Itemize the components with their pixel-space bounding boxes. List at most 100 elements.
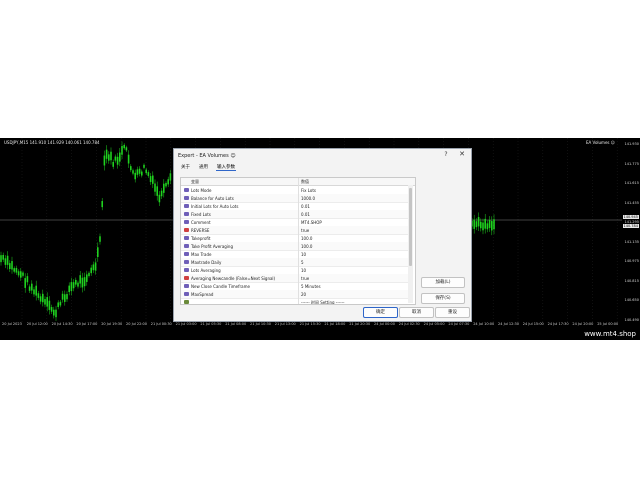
time-tick-label: 20 Jul 12:00 bbox=[26, 322, 48, 326]
close-button[interactable]: ✕ bbox=[458, 150, 466, 159]
tab-inputs[interactable]: 输入参数 bbox=[216, 164, 236, 171]
column-header-value[interactable]: 数值 bbox=[301, 179, 309, 185]
candle-body bbox=[141, 171, 143, 176]
candle-body bbox=[152, 175, 154, 184]
candle-body bbox=[136, 169, 139, 175]
candle-body bbox=[11, 261, 13, 270]
time-tick-label: 20 Jul 22:00 bbox=[126, 322, 147, 326]
parameter-value[interactable]: 1000.0 bbox=[301, 196, 315, 201]
price-tick-label: 141.775 bbox=[624, 161, 639, 166]
time-tick-label: 21 Jul 13:00 bbox=[274, 322, 296, 326]
parameter-value[interactable]: 5 bbox=[301, 260, 304, 265]
parameter-value[interactable]: 10 bbox=[301, 252, 306, 257]
candle-body bbox=[81, 277, 84, 288]
candle-body bbox=[480, 221, 482, 229]
boolean-param-icon bbox=[184, 228, 189, 232]
column-header-name[interactable]: 变量 bbox=[191, 179, 199, 185]
price-tick-label: 140.815 bbox=[624, 278, 639, 283]
scrollbar-thumb[interactable] bbox=[409, 188, 412, 266]
tab-common[interactable]: 通用 bbox=[198, 164, 209, 170]
candle-body bbox=[138, 168, 141, 174]
candle-body bbox=[484, 218, 486, 229]
candle-body bbox=[473, 219, 475, 229]
candle-body bbox=[77, 282, 79, 287]
load-button[interactable]: 加载(L) bbox=[421, 277, 465, 288]
candle-body bbox=[92, 264, 95, 271]
candle-body bbox=[145, 169, 147, 174]
candle-body bbox=[110, 151, 112, 161]
parameter-icon bbox=[184, 196, 189, 200]
candle-body bbox=[61, 293, 64, 300]
candle-body bbox=[35, 285, 37, 296]
parameter-icon bbox=[184, 188, 189, 192]
parameter-icon bbox=[184, 260, 189, 264]
parameter-grid: 变量 数值 Lots Mode Fix Lots Balance for Auto … bbox=[180, 177, 416, 305]
candle-body bbox=[59, 301, 62, 306]
time-tick-label: 24 Jul 10:00 bbox=[473, 322, 495, 326]
separator-param-icon bbox=[184, 300, 189, 304]
candle-body bbox=[48, 300, 51, 310]
parameter-value[interactable]: true bbox=[301, 276, 309, 281]
time-tick-label: 20 Jul 14:30 bbox=[51, 322, 73, 326]
price-tick-label: 141.615 bbox=[624, 181, 639, 185]
parameter-value[interactable]: 100.0 bbox=[301, 244, 312, 249]
help-button[interactable]: ? bbox=[442, 151, 450, 159]
current-price-tag: 140.784 bbox=[622, 224, 639, 228]
parameter-name: Takeprofit bbox=[191, 235, 211, 241]
parameter-value[interactable]: 0.01 bbox=[301, 212, 310, 217]
save-button[interactable]: 保存(S) bbox=[421, 293, 465, 304]
candle-body bbox=[42, 293, 44, 303]
candle-body bbox=[0, 255, 2, 263]
time-tick-label: 21 Jul 20:30 bbox=[349, 322, 371, 326]
candle-body bbox=[90, 267, 92, 274]
parameter-value[interactable]: Fix Lots bbox=[301, 188, 316, 193]
time-tick-label: 24 Jul 07:30 bbox=[448, 322, 470, 326]
candle-body bbox=[6, 255, 9, 265]
parameter-icon bbox=[184, 236, 189, 240]
candle-body bbox=[22, 272, 24, 276]
candle-body bbox=[20, 271, 22, 278]
time-tick-label: 24 Jul 05:00 bbox=[423, 322, 445, 326]
candle-body bbox=[491, 221, 493, 231]
candle-body bbox=[116, 156, 119, 165]
candle-body bbox=[15, 267, 18, 273]
candle-body bbox=[9, 263, 11, 270]
candle-body bbox=[112, 161, 114, 167]
parameter-icon bbox=[184, 252, 189, 256]
parameter-row[interactable]: ------ 时间 Setting ------ bbox=[181, 298, 408, 305]
parameter-name: Lots Mode bbox=[191, 187, 212, 193]
column-divider bbox=[298, 178, 299, 304]
candle-body bbox=[50, 307, 53, 312]
parameter-value[interactable]: ------ 时间 Setting ------ bbox=[301, 300, 344, 305]
parameter-value[interactable]: 100.0 bbox=[301, 236, 312, 241]
tab-about[interactable]: 关于 bbox=[180, 164, 191, 170]
dialog-title: Expert - EA Volumes ☺ bbox=[178, 153, 236, 159]
time-tick-label: 24 Jul 00:00 bbox=[374, 322, 395, 326]
candle-body bbox=[33, 289, 35, 295]
time-tick-label: 24 Jul 15:00 bbox=[522, 322, 544, 326]
ok-button[interactable]: 确定 bbox=[363, 307, 398, 318]
price-scale[interactable]: 141.930 141.775 141.615 141.455 141.295 141.1… bbox=[622, 138, 640, 328]
parameter-name: Averaging Newcandle (False=Next Signal) bbox=[191, 275, 276, 281]
parameter-value[interactable]: true bbox=[301, 228, 309, 233]
price-tick-label: 140.490 bbox=[624, 317, 639, 322]
candle-body bbox=[66, 294, 68, 300]
candle-body bbox=[79, 275, 81, 284]
parameter-value[interactable]: MT4.SHOP bbox=[301, 220, 322, 225]
price-tick-label: 140.650 bbox=[624, 298, 639, 302]
parameter-name: Max Trade bbox=[191, 251, 212, 257]
parameter-value[interactable]: 20 bbox=[301, 292, 306, 297]
parameter-value[interactable]: 10 bbox=[301, 268, 306, 273]
candle-body bbox=[156, 186, 158, 196]
parameter-value[interactable]: 5 Minutes bbox=[301, 284, 321, 289]
parameter-value[interactable]: 0.01 bbox=[301, 204, 310, 209]
boolean-param-icon bbox=[184, 276, 189, 280]
candle-body bbox=[86, 274, 88, 282]
candle-body bbox=[105, 149, 108, 159]
cancel-button[interactable]: 取消 bbox=[399, 307, 434, 318]
candle-body bbox=[149, 176, 152, 182]
candle-body bbox=[68, 285, 70, 293]
reset-button[interactable]: 重设 bbox=[435, 307, 470, 318]
parameter-name: New Close Candle Timeframe bbox=[191, 283, 250, 289]
parameter-name: Take Profit Averaging bbox=[191, 243, 233, 249]
